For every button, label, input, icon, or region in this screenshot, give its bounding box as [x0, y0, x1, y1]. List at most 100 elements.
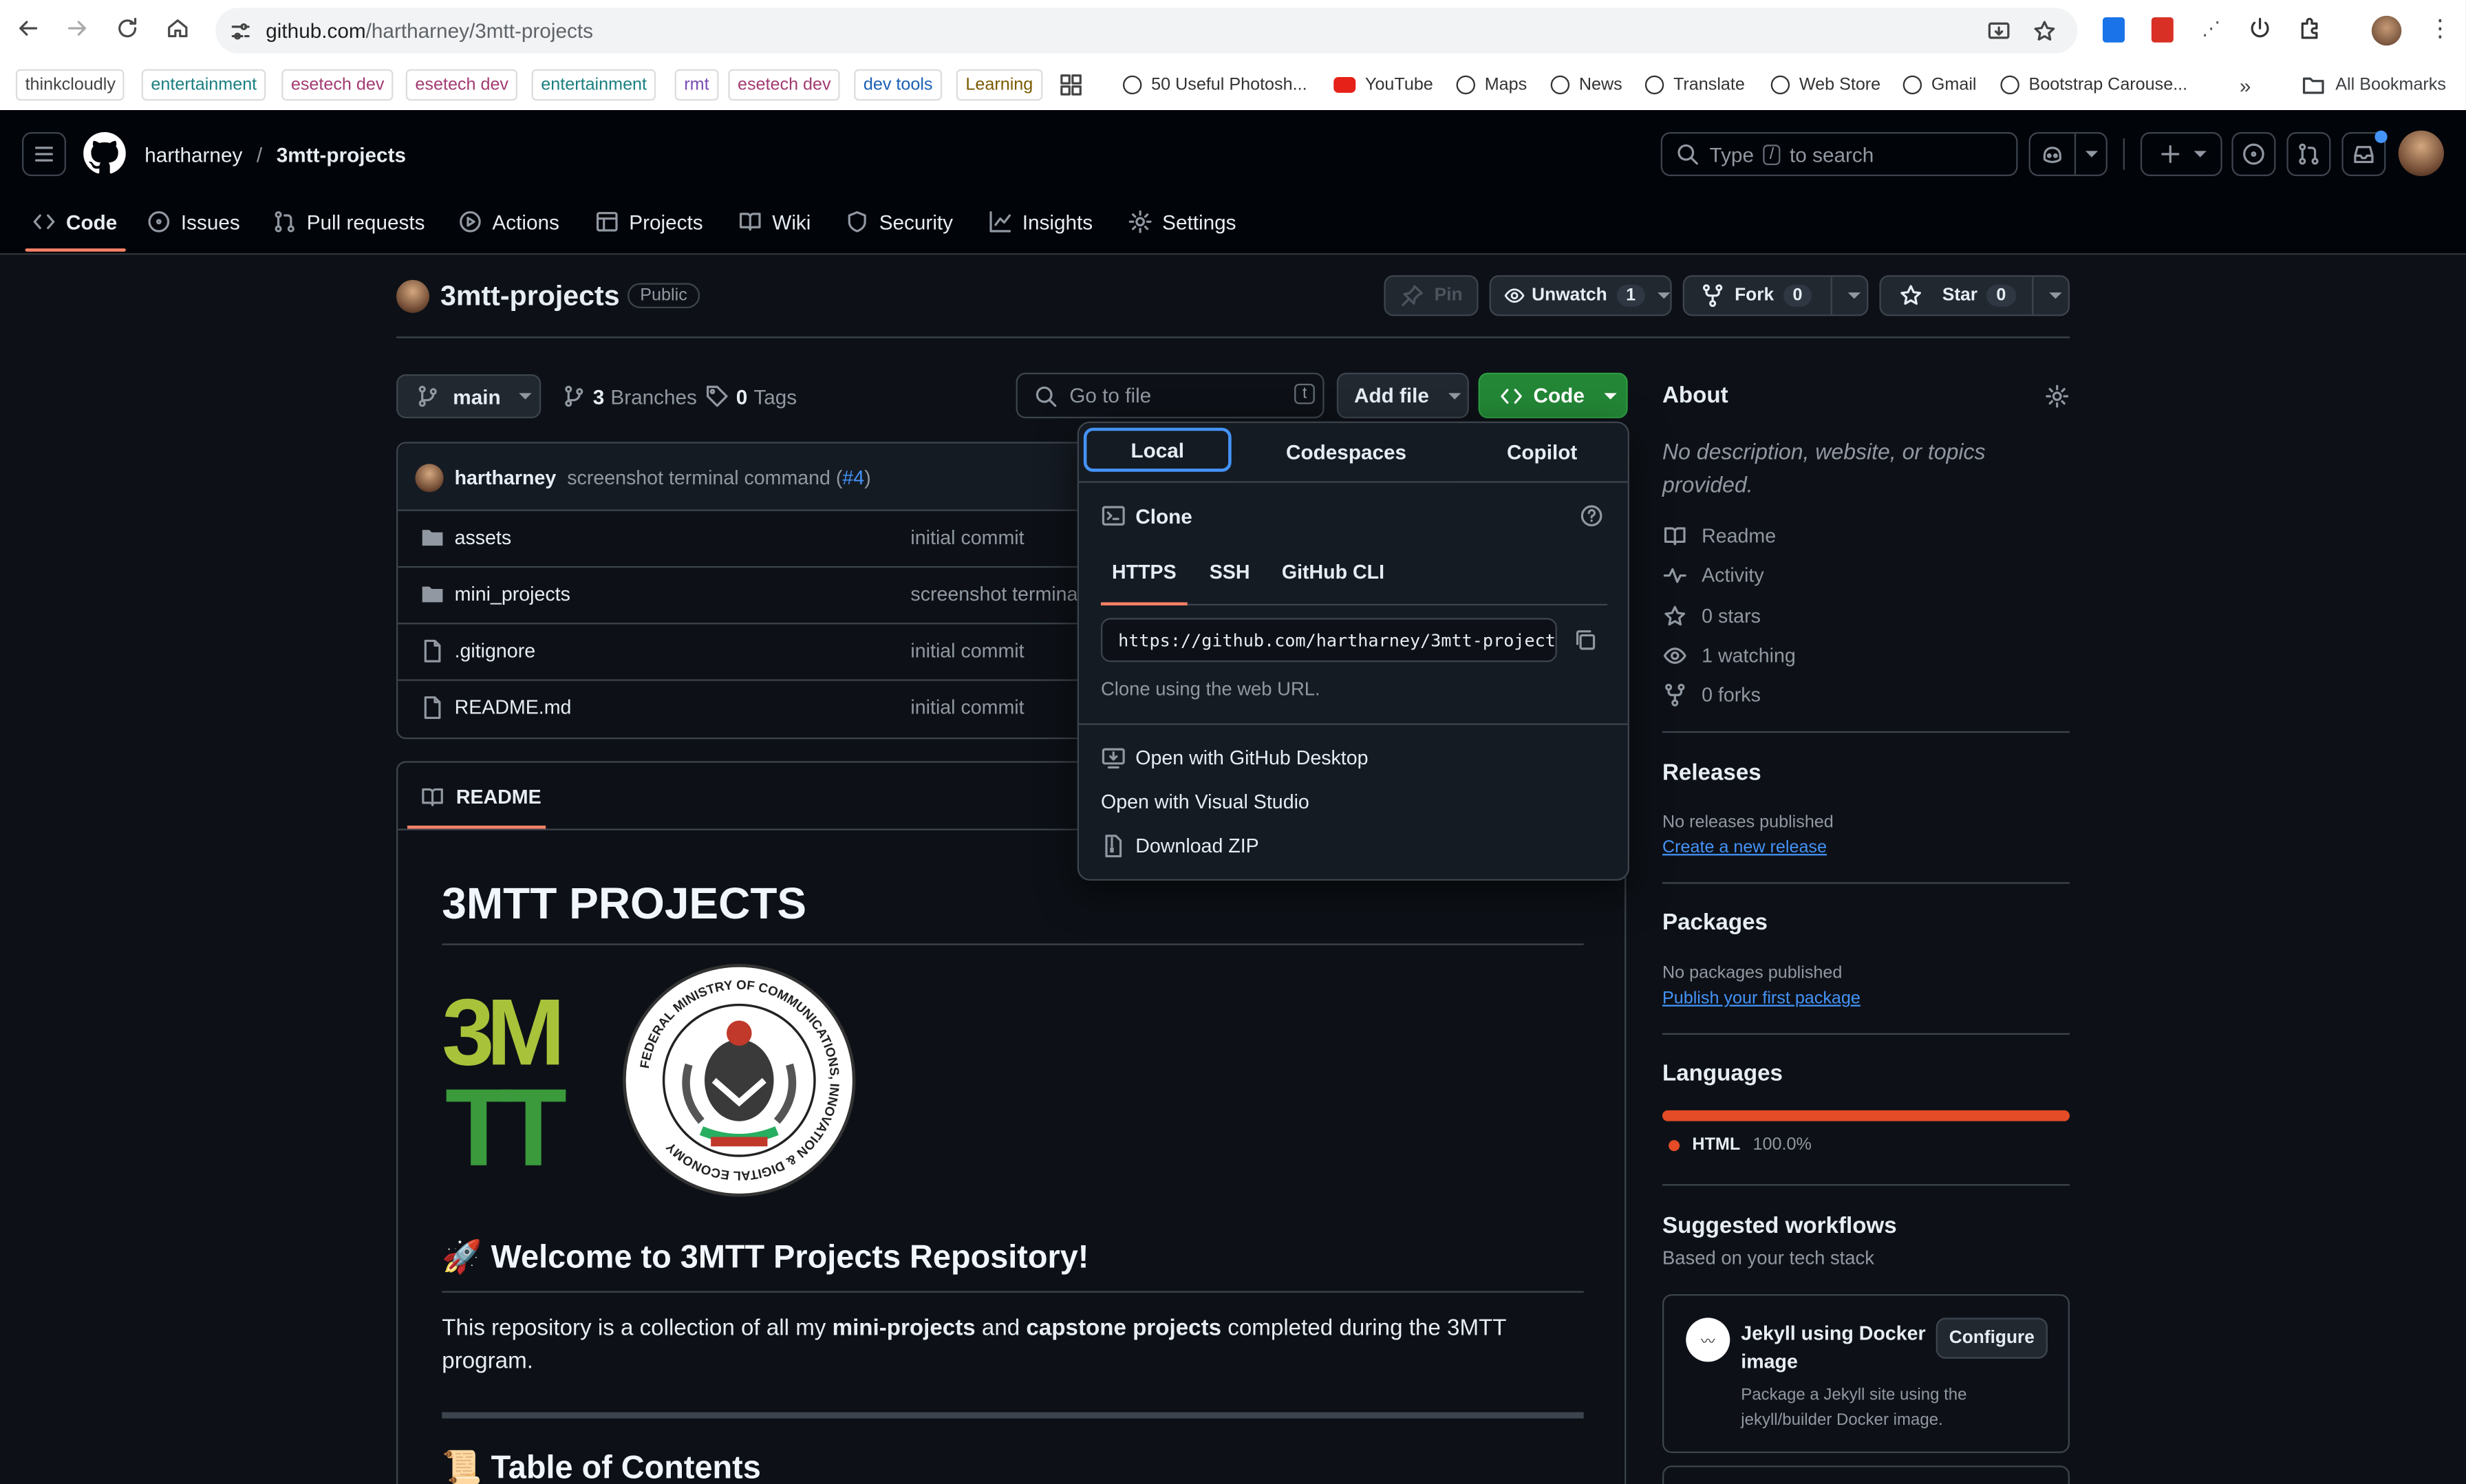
bookmark-link[interactable]: Maps	[1456, 69, 1527, 101]
tab-security[interactable]: Security	[844, 208, 953, 236]
create-new-button[interactable]	[2140, 131, 2222, 176]
bookmark-folder[interactable]: esetech dev	[728, 69, 841, 101]
activity-link[interactable]: Activity	[1662, 563, 1764, 588]
tab-issues[interactable]: Issues	[147, 208, 240, 236]
tab-https[interactable]: HTTPS	[1112, 561, 1177, 583]
avatar[interactable]	[415, 464, 444, 493]
tab-github-cli[interactable]: GitHub CLI	[1282, 561, 1384, 583]
file-name[interactable]: mini_projects	[455, 583, 570, 605]
file-commit-message[interactable]: initial commit	[910, 640, 1024, 662]
owner-avatar[interactable]	[396, 279, 429, 313]
tab-code[interactable]: Code	[32, 208, 117, 236]
question-icon[interactable]	[1579, 503, 1605, 528]
loading-extension-icon[interactable]: ⋰	[2202, 17, 2220, 39]
file-commit-message[interactable]: initial commit	[910, 527, 1024, 549]
hamburger-menu-icon[interactable]	[21, 131, 66, 176]
create-release-link[interactable]: Create a new release	[1662, 838, 1827, 857]
forward-icon[interactable]	[65, 16, 96, 47]
branch-selector[interactable]: main	[396, 374, 542, 418]
commit-author[interactable]: hartharney	[455, 467, 557, 489]
browser-menu-icon[interactable]: ⋮	[2428, 14, 2452, 46]
releases-heading[interactable]: Releases	[1662, 761, 1761, 786]
pull-requests-button[interactable]	[2286, 131, 2331, 176]
bookmarks-overflow-icon[interactable]: »	[2240, 69, 2251, 101]
tab-settings[interactable]: Settings	[1128, 208, 1236, 236]
tab-pull-requests[interactable]: Pull requests	[272, 208, 425, 236]
all-bookmarks[interactable]: All Bookmarks	[2301, 69, 2446, 101]
tab-codespaces[interactable]: Codespaces	[1236, 422, 1457, 482]
commit-message[interactable]: screenshot terminal command (#4)	[567, 467, 870, 489]
pdf-extension-icon[interactable]	[2151, 17, 2174, 43]
pin-button[interactable]: Pin	[1384, 275, 1479, 316]
tab-projects[interactable]: Projects	[594, 208, 703, 236]
extensions-puzzle-icon[interactable]	[2297, 16, 2323, 41]
bookmark-folder[interactable]: rmt	[674, 69, 719, 101]
bookmark-link[interactable]: Translate	[1644, 69, 1745, 101]
bookmark-link[interactable]: News	[1550, 69, 1622, 101]
repo-link[interactable]: 3mtt-projects	[277, 143, 406, 166]
forks-link[interactable]: 0 forks	[1662, 682, 1761, 708]
bookmark-folder[interactable]: Learning	[956, 69, 1043, 101]
copilot-button[interactable]	[2028, 131, 2108, 176]
bookmark-folder[interactable]: entertainment	[531, 69, 656, 101]
fork-button[interactable]: Fork 0	[1682, 275, 1869, 316]
unwatch-button[interactable]: Unwatch 1	[1489, 275, 1672, 316]
reload-icon[interactable]	[115, 16, 147, 47]
add-file-button[interactable]: Add file	[1336, 372, 1469, 418]
install-app-icon[interactable]	[1986, 19, 2012, 44]
bookmark-link[interactable]: YouTube	[1333, 69, 1433, 101]
open-github-desktop[interactable]: Open with GitHub Desktop	[1101, 745, 1369, 771]
gear-icon[interactable]	[2044, 384, 2070, 409]
home-icon[interactable]	[165, 16, 197, 47]
copy-icon[interactable]	[1573, 627, 1598, 653]
bookmark-link[interactable]: 50 Useful Photosh...	[1122, 69, 1307, 101]
clone-url-input[interactable]: https://github.com/hartharney/3mtt-proje…	[1100, 618, 1557, 663]
tags-link[interactable]: 0 Tags	[705, 384, 797, 409]
repo-title[interactable]: 3mtt-projects	[440, 280, 620, 313]
goto-file-input[interactable]: Go to file t	[1016, 372, 1325, 418]
extension-icon[interactable]	[2102, 17, 2125, 43]
tab-copilot[interactable]: Copilot	[1457, 423, 1628, 482]
bookmark-folder[interactable]: entertainment	[141, 69, 266, 101]
tab-wiki[interactable]: Wiki	[738, 208, 811, 236]
tab-actions[interactable]: Actions	[458, 208, 559, 236]
language-html[interactable]: HTML 100.0%	[1669, 1135, 1812, 1154]
tab-local[interactable]: Local	[1083, 427, 1232, 472]
address-bar[interactable]: github.com/hartharney/3mtt-projects	[215, 8, 2078, 54]
file-name[interactable]: .gitignore	[455, 640, 536, 662]
star-button[interactable]: Star 0	[1879, 275, 2070, 316]
bookmark-folder[interactable]: thinkcloudly	[15, 69, 125, 101]
issues-button[interactable]	[2231, 131, 2276, 176]
readme-tab[interactable]: README	[420, 785, 542, 810]
github-logo-icon[interactable]	[83, 131, 126, 175]
tab-ssh[interactable]: SSH	[1210, 561, 1250, 583]
stars-link[interactable]: 0 stars	[1662, 604, 1761, 630]
search-input[interactable]: Type / to search	[1660, 131, 2018, 176]
power-extension-icon[interactable]	[2247, 16, 2273, 41]
user-avatar[interactable]	[2398, 130, 2444, 176]
file-name[interactable]: assets	[455, 527, 512, 549]
tab-insights[interactable]: Insights	[987, 208, 1093, 236]
apps-grid-icon[interactable]	[1058, 69, 1084, 101]
bookmark-star-icon[interactable]	[2032, 19, 2057, 44]
bookmark-folder[interactable]: esetech dev	[405, 69, 518, 101]
site-info-icon[interactable]	[228, 19, 253, 44]
profile-avatar[interactable]	[2371, 15, 2402, 46]
bookmark-link[interactable]: Bootstrap Carouse...	[2000, 69, 2187, 101]
download-zip[interactable]: Download ZIP	[1101, 833, 1259, 859]
bookmark-link[interactable]: Web Store	[1770, 69, 1880, 101]
readme-link[interactable]: Readme	[1662, 524, 1776, 549]
open-visual-studio[interactable]: Open with Visual Studio	[1101, 791, 1309, 813]
watching-link[interactable]: 1 watching	[1662, 643, 1796, 669]
configure-button[interactable]: Configure	[1936, 1318, 2048, 1359]
file-name[interactable]: README.md	[455, 697, 572, 719]
back-icon[interactable]	[16, 16, 47, 47]
packages-heading[interactable]: Packages	[1662, 910, 1768, 936]
publish-package-link[interactable]: Publish your first package	[1662, 989, 1861, 1008]
branches-link[interactable]: 3 Branches	[561, 384, 697, 409]
bookmark-folder[interactable]: esetech dev	[281, 69, 394, 101]
bookmark-link[interactable]: Gmail	[1902, 69, 1977, 101]
code-button[interactable]: Code	[1478, 372, 1628, 418]
owner-link[interactable]: hartharney	[144, 143, 242, 166]
file-commit-message[interactable]: initial commit	[910, 697, 1024, 719]
